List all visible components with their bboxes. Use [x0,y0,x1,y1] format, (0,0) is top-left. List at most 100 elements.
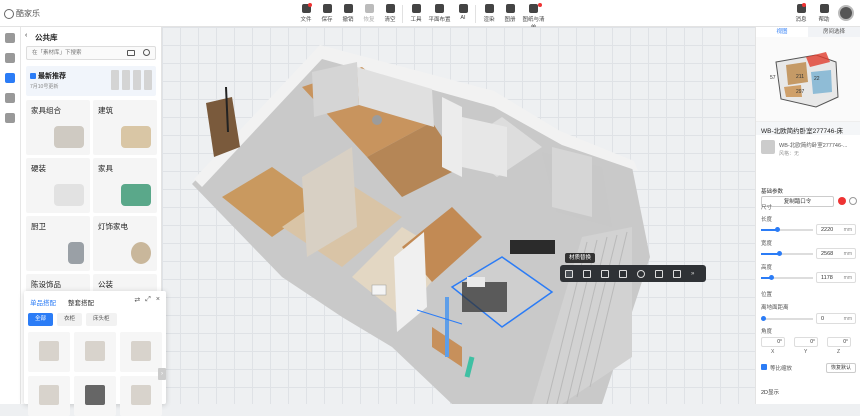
hide-icon[interactable] [637,269,645,278]
toolbar-icon [411,4,421,13]
star-icon[interactable] [655,269,663,278]
toolbar-label: 渲染 [483,17,495,23]
camera-search-icon[interactable] [127,50,135,56]
tab-view[interactable]: 视图 [756,27,808,37]
logo-text: 酷家乐 [16,9,40,18]
settings-icon[interactable] [849,197,857,205]
category-card[interactable]: 建筑 [93,100,157,155]
product-name: WB-北欧简约卧室277746-... [779,143,848,149]
help-button[interactable]: 帮助 [815,2,833,23]
product-item[interactable] [120,376,162,416]
logo-icon [4,8,14,19]
replace-icon[interactable] [601,269,609,278]
toolbar-separator [475,5,476,23]
reset-default-button[interactable]: 恢复默认 [826,363,856,373]
angle-input[interactable]: 0° [761,337,785,347]
ground-slider[interactable] [761,316,813,321]
axis-label: Z [837,349,841,355]
product-item[interactable] [74,332,116,372]
dimension-input[interactable]: 2220 mm [816,224,856,235]
category-label: 家具组合 [31,106,61,115]
close-icon[interactable]: × [156,296,160,304]
dimension-slider[interactable] [761,227,813,232]
toolbar-separator [402,5,403,23]
3d-viewport[interactable]: 材质替换 » [162,27,755,404]
copy-icon[interactable] [619,269,627,278]
product-title: WB-北欧简约卧室277746-床 [756,122,860,135]
size-label: 尺寸 [761,205,773,211]
ground-distance-input[interactable]: 0 mm [816,313,856,324]
search-icon[interactable] [143,49,150,56]
cloud-icon[interactable] [5,33,15,43]
library-icon[interactable] [5,73,15,83]
category-card[interactable]: 厨卫 [26,216,90,271]
dimension-input[interactable]: 2568 mm [816,248,856,259]
dimension-slider[interactable] [761,275,813,280]
collapse-panel-button[interactable]: › [158,368,166,380]
furniture-icon[interactable] [5,113,15,123]
tab-set-match[interactable]: 整套搭配 [68,297,94,307]
category-thumbnail [54,184,84,206]
search-input[interactable] [27,47,115,59]
toolbar-icon [322,4,332,13]
banner-title: 最新推荐 [38,73,66,80]
product-item[interactable] [28,376,70,416]
status-dot-icon[interactable] [838,197,846,205]
angle-input[interactable]: 0° [827,337,851,347]
move-icon[interactable] [565,269,573,278]
minimap-label: 22 [814,76,820,82]
toolbar-icon [435,4,444,13]
category-label: 硬装 [31,164,46,173]
user-avatar[interactable] [838,5,854,21]
tab-single-match[interactable]: 单品搭配 [30,297,56,307]
messages-button[interactable]: 消息 [792,2,810,23]
dimension-label: 高度 [761,265,773,271]
toolbar-label: 图册 [504,17,516,23]
pin-icon[interactable]: ⇄ [134,296,140,304]
axis-label: Y [804,349,808,355]
chip-all[interactable]: 全部 [28,313,54,326]
category-label: 陈设饰品 [31,280,61,289]
tab-room-select[interactable]: 房间选择 [808,27,860,37]
floorplan-3d-model[interactable] [162,27,755,404]
expand-icon[interactable]: ⤢ [145,296,151,304]
proportional-label: 等比缩放 [770,366,793,372]
toolbar-icon [364,4,374,13]
toolbar-label: 文件 [300,17,312,23]
minimap[interactable]: 57 211 22 297 [756,37,860,122]
category-card[interactable]: 家具组合 [26,100,90,155]
toolbar-label: 撤销 [342,17,354,23]
category-label: 厨卫 [31,222,46,231]
banner-thumbnails [111,70,152,90]
product-item[interactable] [28,332,70,372]
matching-popup: 单品搭配 整套搭配 ⇄ ⤢ × 全部 衣柜 床头柜 [24,291,166,416]
recommend-banner[interactable]: 最新推荐 7月10号更新 [26,66,156,96]
bulb-icon[interactable] [5,53,15,63]
more-icon[interactable]: » [691,270,699,278]
category-label: 公装 [98,280,113,289]
delete-icon[interactable] [673,269,681,278]
product-style: 风格：无 [779,151,800,157]
angle-input[interactable]: 0° [794,337,818,347]
back-icon[interactable]: ‹ [25,32,27,39]
chip-nightstand[interactable]: 床头柜 [86,313,117,326]
mirror-icon[interactable] [583,269,591,278]
dimension-slider[interactable] [761,251,813,256]
dimension-input[interactable]: 1178 mm [816,272,856,283]
notification-dot [538,3,542,7]
category-card[interactable]: 硬装 [26,158,90,213]
panel-title: ‹ 公共库 [25,32,58,42]
proportional-checkbox[interactable] [761,364,767,370]
category-thumbnail [131,242,151,264]
app-logo[interactable]: 酷家乐 [4,8,40,19]
user-icon[interactable] [5,93,15,103]
new-icon [30,73,36,79]
category-card[interactable]: 家具 [93,158,157,213]
product-item[interactable] [120,332,162,372]
product-item[interactable] [74,376,116,416]
material-replace-tooltip[interactable]: 材质替换 [565,253,596,263]
toolbar-icon [529,4,538,13]
chip-wardrobe[interactable]: 衣柜 [57,313,83,326]
object-toolbar-buttons: » [560,265,706,282]
category-card[interactable]: 灯饰家电 [93,216,157,271]
